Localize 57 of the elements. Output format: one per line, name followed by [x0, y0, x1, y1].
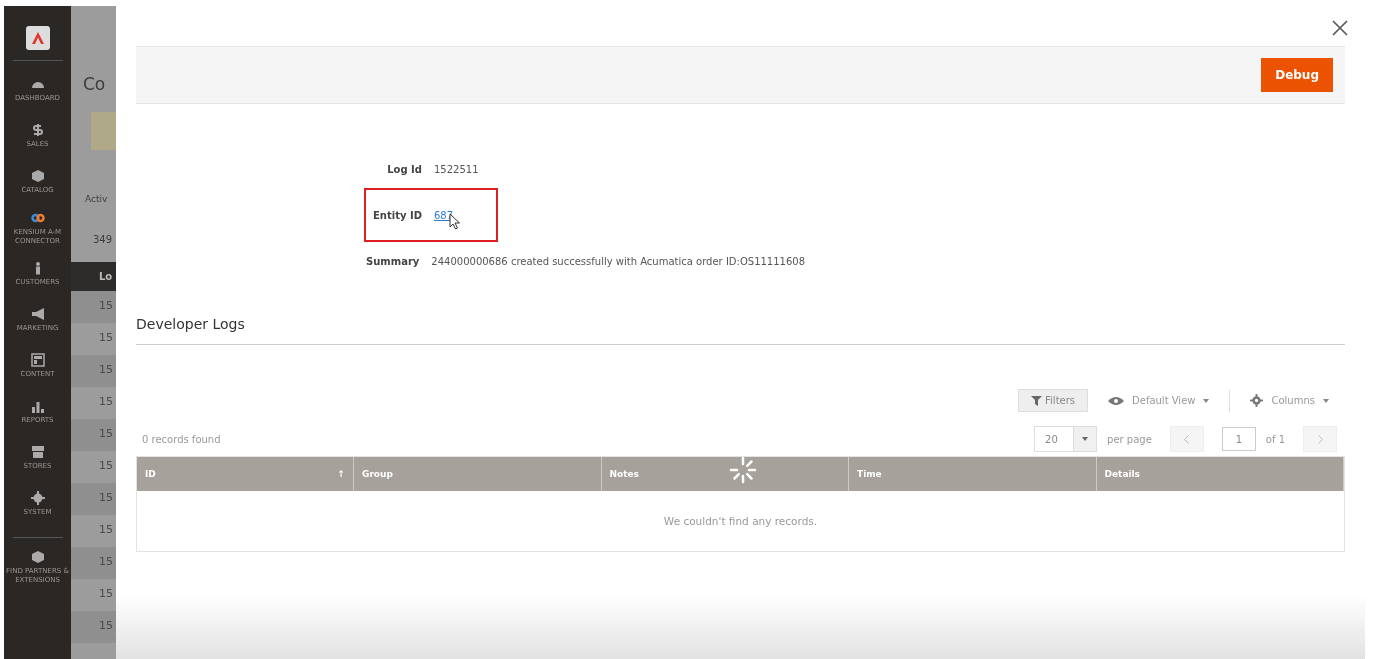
- chevron-left-icon: [1184, 435, 1190, 444]
- field-value: 1522511: [434, 163, 479, 175]
- debug-button[interactable]: Debug: [1261, 58, 1333, 92]
- table-cell-text: 15: [98, 394, 114, 410]
- columns-dropdown[interactable]: Columns: [1244, 393, 1335, 408]
- section-title: Developer Logs: [136, 316, 1345, 345]
- table-cell-text: 15: [98, 458, 114, 474]
- entity-link[interactable]: 687: [434, 209, 454, 221]
- page-size-select[interactable]: 20: [1034, 426, 1098, 452]
- page-input[interactable]: 1: [1221, 427, 1256, 451]
- loading-spinner-icon: [729, 456, 757, 484]
- megaphone-icon: [30, 307, 45, 321]
- column-header: Lo: [71, 262, 116, 291]
- table-cell: 15: [71, 291, 116, 323]
- table-cell: 15: [71, 483, 116, 515]
- logo-icon[interactable]: [25, 26, 50, 50]
- page-total: of 1: [1265, 433, 1285, 445]
- tab-label[interactable]: Activ: [71, 150, 116, 234]
- records-count: 0 records found: [142, 433, 221, 445]
- eye-icon: [1108, 395, 1125, 406]
- view-dropdown[interactable]: Default View: [1102, 394, 1216, 407]
- gear-icon: [30, 491, 45, 505]
- column-header[interactable]: Details: [1096, 457, 1344, 491]
- store-icon: [30, 445, 45, 459]
- table-cell: 15: [71, 355, 116, 387]
- column-header[interactable]: Group: [354, 457, 602, 491]
- bars-icon: [30, 399, 45, 413]
- empty-message: We couldn't find any records.: [662, 514, 819, 529]
- field-label: Log Id: [386, 163, 422, 175]
- table-cell: 15: [71, 419, 116, 451]
- filters-button[interactable]: Filters: [1018, 389, 1089, 412]
- cube-icon: [30, 549, 45, 564]
- chevron-right-icon: [1317, 435, 1323, 444]
- table-cell-text: 15: [98, 586, 114, 602]
- per-page-label: per page: [1107, 433, 1152, 445]
- gear-icon: [1250, 394, 1264, 407]
- table-cell: 15: [71, 611, 116, 643]
- notice-banner: [91, 112, 116, 150]
- dollar-icon: [30, 123, 45, 137]
- caret-icon: [1203, 398, 1210, 403]
- column-header[interactable]: ID ↑: [137, 457, 354, 491]
- layout-icon: [30, 353, 45, 367]
- field-label: Entity ID: [372, 209, 422, 221]
- field-label: Summary: [366, 255, 420, 267]
- table-cell: 15: [71, 547, 116, 579]
- caret-icon: [1082, 437, 1089, 441]
- close-icon[interactable]: [1332, 20, 1348, 36]
- record-count: 349: [92, 234, 114, 247]
- caret-icon: [1323, 398, 1329, 403]
- box-icon: [30, 169, 45, 183]
- column-header[interactable]: Time: [849, 457, 1097, 491]
- filter-icon: [1031, 395, 1043, 406]
- table-cell-text: 15: [98, 522, 114, 538]
- column-header[interactable]: Notes: [601, 457, 849, 491]
- field-value: 244000000686 created successfully with Acumatica order ID:OS11111608: [431, 255, 806, 267]
- table-cell-text: 15: [98, 330, 114, 346]
- page-title: Co: [82, 74, 107, 96]
